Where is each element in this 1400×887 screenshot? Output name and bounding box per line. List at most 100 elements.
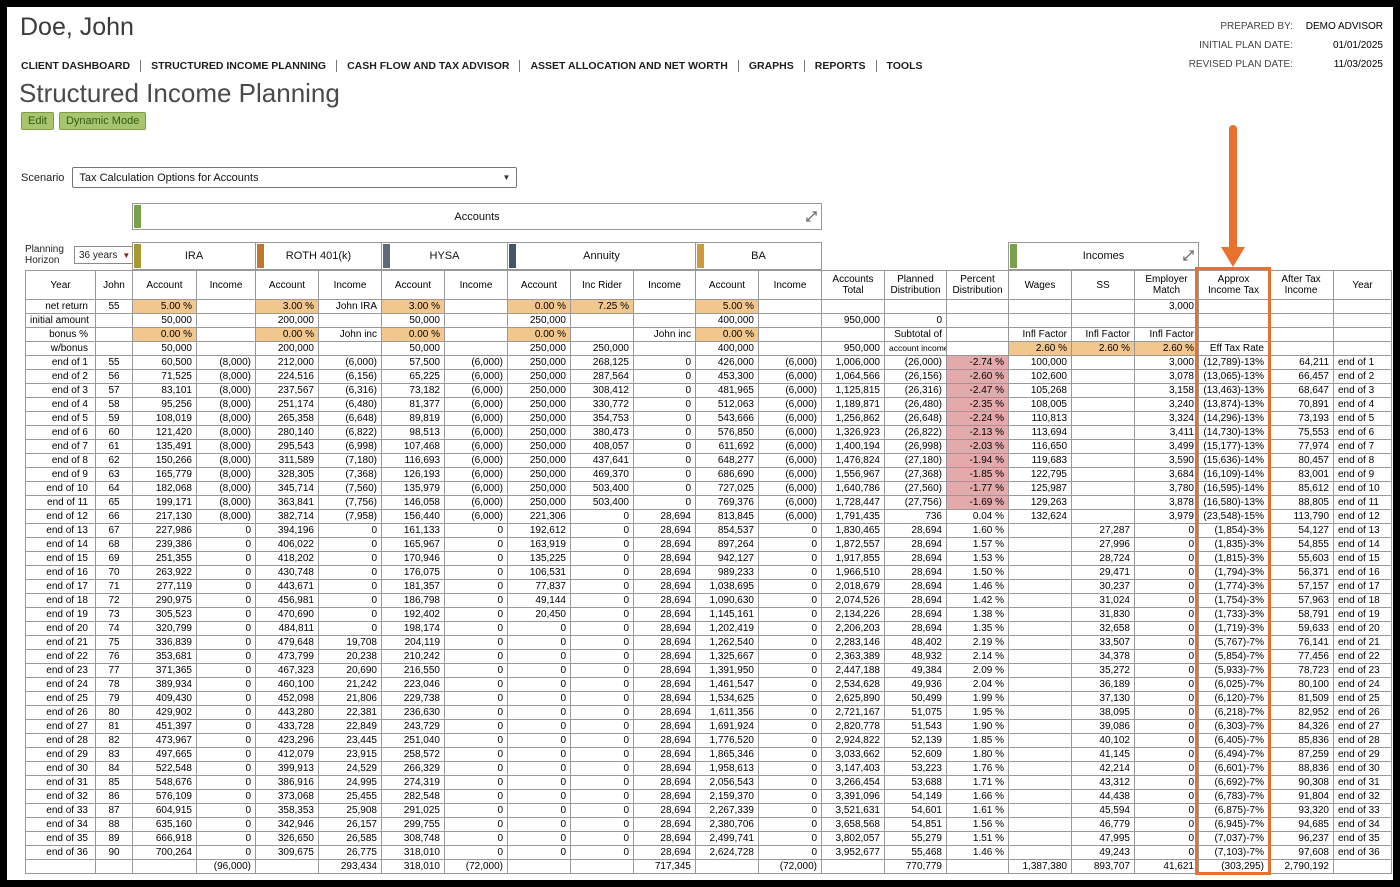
cell [1008, 649, 1072, 664]
cell[interactable]: 3.00 % [381, 299, 445, 314]
cell: 1,325,667 [695, 649, 759, 664]
cell[interactable]: 2.60 % [1008, 341, 1072, 356]
cell: 250,000 [507, 439, 571, 454]
cell: (5,854)-7% [1198, 649, 1269, 664]
cell: (5,767)-7% [1198, 635, 1269, 650]
cell: 0 [1134, 747, 1199, 762]
total-cell: (303,295) [1198, 859, 1269, 874]
scenario-select[interactable]: Tax Calculation Options for Accounts ▼ [72, 167, 518, 188]
cell: 0 [570, 845, 634, 860]
cell[interactable]: 5.00 % [695, 299, 759, 314]
cell: (6,822) [318, 425, 382, 440]
cell: 1.85 % [946, 733, 1009, 748]
cell: 28,694 [633, 579, 696, 594]
cell: 60 [95, 425, 133, 440]
cell: 265,358 [255, 411, 319, 426]
cell: 150,266 [132, 453, 197, 468]
cell: 0 [196, 817, 256, 832]
prepared-by-value: DEMO ADVISOR [1305, 21, 1383, 32]
cell: (1,754)-3% [1198, 593, 1269, 608]
cell: (6,120)-7% [1198, 691, 1269, 706]
cell: 88 [95, 817, 133, 832]
cell [95, 327, 133, 342]
cell[interactable]: 0.00 % [695, 327, 759, 342]
cell: 3,147,403 [821, 761, 885, 776]
cell: 0 [507, 677, 571, 692]
cell[interactable]: 2.60 % [1071, 341, 1135, 356]
cell: 0 [196, 747, 256, 762]
cell: 250,000 [507, 397, 571, 412]
nav-item-tools[interactable]: TOOLS [877, 60, 933, 72]
nav-item-structured-income-planning[interactable]: STRUCTURED INCOME PLANNING [141, 60, 338, 72]
cell[interactable]: 7.25 % [570, 299, 634, 314]
cell[interactable]: 0.00 % [507, 299, 571, 314]
cell: 0 [570, 649, 634, 664]
cell: 443,671 [255, 579, 319, 594]
cell: 55 [95, 355, 133, 370]
cell: (6,000) [758, 509, 822, 524]
dynamic-mode-button[interactable]: Dynamic Mode [58, 112, 147, 130]
cell: (27,368) [884, 467, 947, 482]
cell: 3,240 [1134, 397, 1199, 412]
nav-item-cash-flow-tax-advisor[interactable]: CASH FLOW AND TAX ADVISOR [337, 60, 521, 72]
edit-button[interactable]: Edit [21, 112, 54, 130]
cell: 399,913 [255, 761, 319, 776]
cell[interactable]: 3.00 % [255, 299, 319, 314]
cell [196, 327, 256, 342]
cell: 2.09 % [946, 663, 1009, 678]
cell[interactable]: 2.60 % [1134, 341, 1199, 356]
cell: 0 [444, 579, 508, 594]
cell: 3,658,568 [821, 817, 885, 832]
cell[interactable]: 0.00 % [507, 327, 571, 342]
cell: 3,158 [1134, 383, 1199, 398]
nav-item-graphs[interactable]: GRAPHS [738, 60, 805, 72]
cell[interactable]: 5.00 % [132, 299, 197, 314]
annuity-color-bar [509, 244, 516, 268]
cell: 0 [196, 649, 256, 664]
cell: (26,480) [884, 397, 947, 412]
cell[interactable]: 0.00 % [255, 327, 319, 342]
cell: 0 [196, 537, 256, 552]
expand-icon[interactable] [806, 211, 817, 222]
column-header: Income [444, 270, 508, 300]
cell: 28,694 [884, 621, 947, 636]
nav-item-client-dashboard[interactable]: CLIENT DASHBOARD [21, 60, 142, 72]
cell: 0 [507, 761, 571, 776]
cell: end of 35 [1333, 831, 1392, 846]
table-row: end of 19 73 305,523 0 470,690 0 192,402 0 20,45… [25, 607, 1392, 622]
cell: 0 [570, 509, 634, 524]
cell: end of 7 [1333, 439, 1392, 454]
cell: end of 27 [25, 719, 96, 734]
cell: initial amount [25, 313, 96, 328]
cell: end of 6 [25, 425, 96, 440]
cell: 77 [95, 663, 133, 678]
column-header: Planned Distribution [884, 270, 947, 300]
cell: 2,447,188 [821, 663, 885, 678]
cell: 65 [95, 495, 133, 510]
cell: 0 [633, 355, 696, 370]
chevron-down-icon: ▼ [502, 173, 511, 182]
cell: 176,075 [381, 565, 445, 580]
cell: (7,756) [318, 495, 382, 510]
cell[interactable]: 0.00 % [381, 327, 445, 342]
cell: 363,841 [255, 495, 319, 510]
nav-item-reports[interactable]: REPORTS [804, 60, 877, 72]
cell: 75 [95, 635, 133, 650]
cell: 0 [196, 719, 256, 734]
table-row: end of 21 75 336,839 0 479,648 19,708 204,119 0… [25, 635, 1392, 650]
cell: 326,650 [255, 831, 319, 846]
cell: 950,000 [821, 313, 885, 328]
cell: 0 [196, 593, 256, 608]
cell: -1.77 % [946, 481, 1009, 496]
cell[interactable]: 0.00 % [132, 327, 197, 342]
expand-icon[interactable] [1183, 250, 1194, 261]
cell: (6,000) [758, 355, 822, 370]
cell: end of 32 [25, 789, 96, 804]
nav-item-asset-allocation-net-worth[interactable]: ASSET ALLOCATION AND NET WORTH [520, 60, 739, 72]
table-row: end of 31 85 548,676 0 386,916 24,995 274,319 0… [25, 775, 1392, 790]
cell: 0 [1134, 789, 1199, 804]
cell: end of 32 [1333, 789, 1392, 804]
cell: 122,795 [1008, 467, 1072, 482]
cell: 28,694 [884, 593, 947, 608]
planning-horizon-select[interactable]: 36 years ▼ [74, 246, 136, 264]
